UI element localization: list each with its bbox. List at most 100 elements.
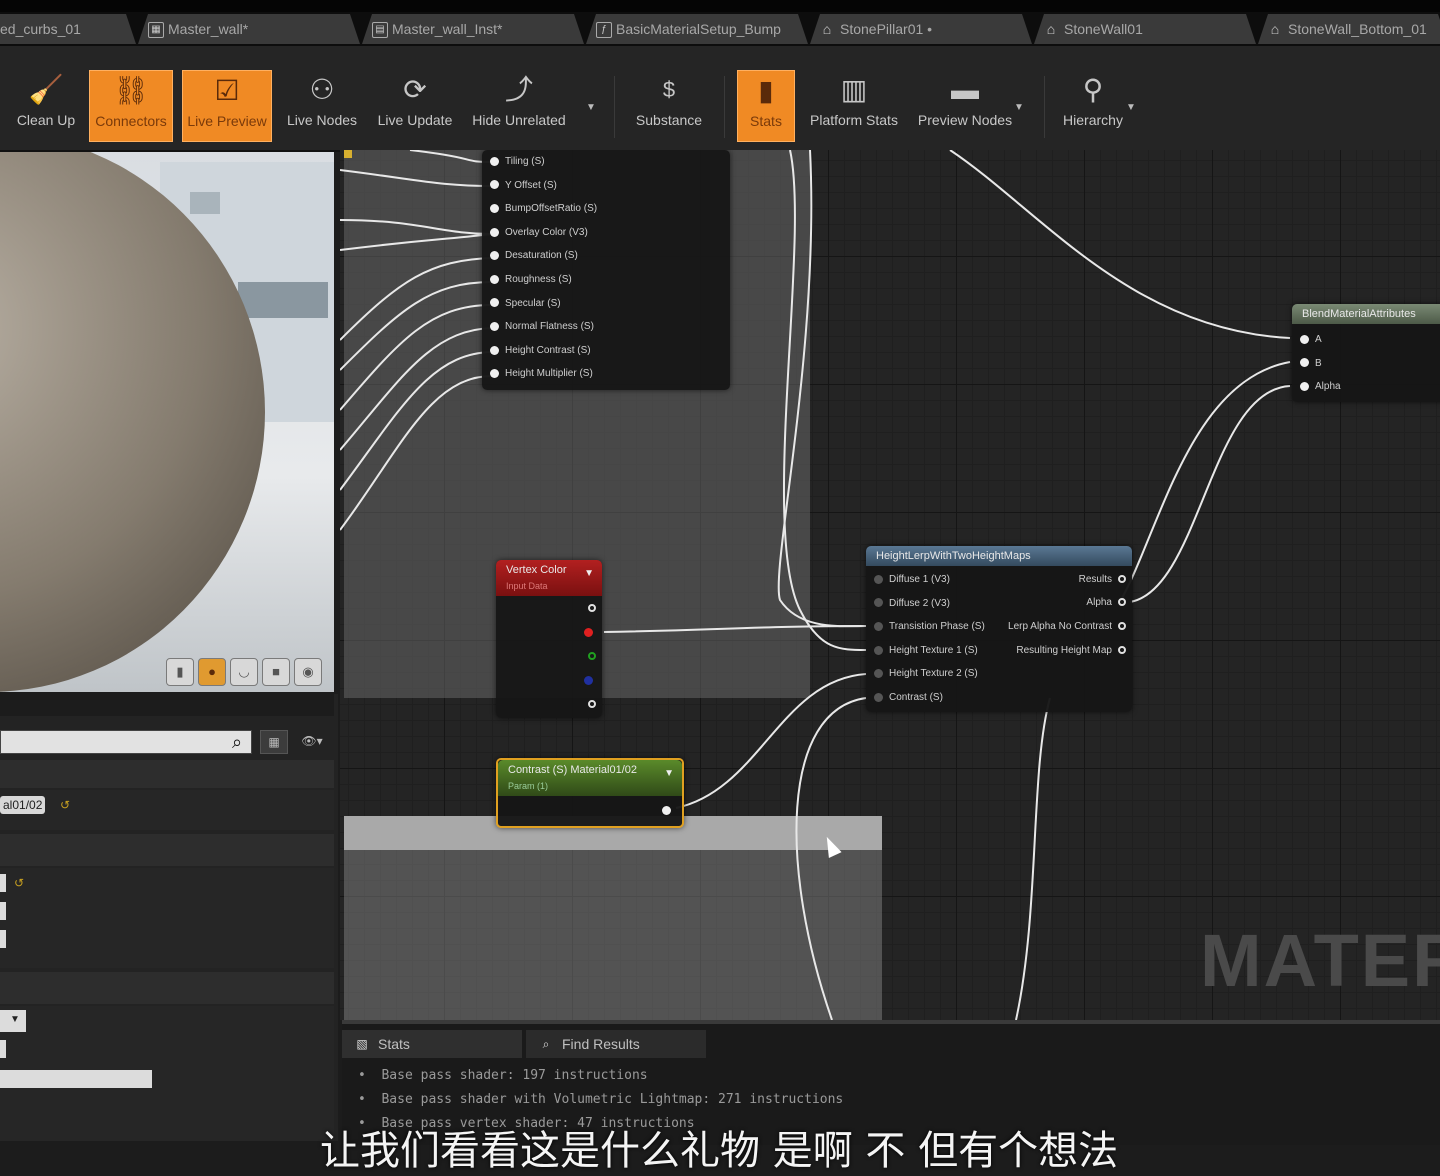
input-pin[interactable] [490, 369, 499, 379]
input-pin[interactable] [1300, 382, 1309, 392]
input-pin[interactable] [874, 669, 883, 679]
chevron-down-icon[interactable]: ▼ [664, 768, 674, 779]
tab-stone-wall[interactable]: ⌂ StoneWall01 [1034, 14, 1256, 44]
hide-unrelated-button[interactable]: ⤴ Hide Unrelated [466, 70, 572, 142]
cylinder-icon[interactable]: ▮ [166, 658, 194, 686]
output-pin-b[interactable] [584, 676, 593, 685]
input-pin[interactable] [490, 156, 499, 166]
input-pin[interactable] [874, 598, 883, 608]
text-field[interactable] [0, 1070, 152, 1088]
tab-stone-pillar[interactable]: ⌂ StonePillar01 • [810, 14, 1032, 44]
input-pin[interactable] [490, 274, 499, 284]
chevron-down-icon[interactable]: ▼ [584, 568, 594, 579]
input-pin-row[interactable]: Desaturation (S) [490, 248, 578, 264]
input-pin[interactable] [490, 251, 499, 261]
platform-stats-button[interactable]: ▥ Platform Stats [804, 70, 904, 142]
hierarchy-button[interactable]: ⚲ Hierarchy [1056, 70, 1130, 142]
details-search-input[interactable] [0, 730, 252, 754]
output-pin[interactable] [1118, 646, 1126, 655]
input-pin[interactable] [1300, 358, 1309, 368]
live-preview-button[interactable]: ☑ Live Preview [182, 70, 272, 142]
clean-up-button[interactable]: 🧹 Clean Up [4, 70, 88, 142]
height-lerp-node-header[interactable]: HeightLerpWithTwoHeightMaps [866, 546, 1132, 566]
input-pin-row[interactable]: Specular (S) [490, 296, 561, 312]
input-pin[interactable] [490, 180, 499, 190]
output-pin[interactable] [1118, 598, 1126, 607]
contrast-node-header[interactable]: Contrast (S) Material01/02 Param (1) [498, 760, 682, 796]
input-pin[interactable] [874, 645, 883, 655]
input-pin-row[interactable]: Height Texture 1 (S) [874, 643, 978, 659]
output-pin-row[interactable]: Resulting Height Map [1016, 643, 1126, 659]
tab-master-wall-inst[interactable]: ▤ Master_wall_Inst* [362, 14, 584, 44]
input-pin[interactable] [1300, 334, 1309, 344]
preview-nodes-button[interactable]: ▬ Preview Nodes [914, 70, 1016, 142]
input-pin-row[interactable]: A [1300, 332, 1322, 348]
material-graph-canvas[interactable]: Vertex Color Input Data ▼ Contrast (S) M… [340, 150, 1440, 1020]
blend-node-header[interactable]: BlendMaterialAttributes [1292, 304, 1440, 324]
output-pin[interactable] [1118, 575, 1126, 584]
preview-viewport[interactable]: ▮ ● ◡ ■ ◉ [0, 152, 334, 692]
visibility-options-button[interactable]: 👁▾ [294, 732, 330, 752]
teapot-icon[interactable]: ◉ [294, 658, 322, 686]
reset-arrow-icon[interactable]: ↺ [60, 798, 70, 812]
output-pin-rgb[interactable] [588, 604, 596, 612]
input-pin-row[interactable]: BumpOffsetRatio (S) [490, 201, 597, 217]
input-pin-row[interactable]: Tiling (S) [490, 154, 545, 170]
input-pin-row[interactable]: Contrast (S) [874, 690, 943, 706]
output-pin-r[interactable] [584, 628, 593, 637]
input-pin-row[interactable]: Height Multiplier (S) [490, 366, 593, 382]
reset-arrow-icon[interactable]: ↺ [14, 876, 24, 890]
stats-button[interactable]: ▮ Stats [737, 70, 795, 142]
live-nodes-button[interactable]: ⚇ Live Nodes [280, 70, 364, 142]
tab-stats[interactable]: ▧ Stats [342, 1030, 522, 1058]
input-pin-row[interactable]: Diffuse 1 (V3) [874, 572, 950, 588]
input-pin-row[interactable]: Normal Flatness (S) [490, 319, 594, 335]
output-pin-row[interactable]: Lerp Alpha No Contrast [1008, 619, 1126, 635]
output-pin-row[interactable]: Results [1079, 572, 1126, 588]
input-pin-row[interactable]: Alpha [1300, 379, 1341, 395]
parameter-group-value[interactable]: al01/02 [0, 796, 46, 814]
color-swatch[interactable] [0, 874, 6, 892]
tab-stone-wall-bottom[interactable]: ⌂ StoneWall_Bottom_01 [1258, 14, 1440, 44]
input-pin[interactable] [874, 622, 883, 632]
connectors-button[interactable]: ⛓ Connectors [89, 70, 173, 142]
tab-master-wall[interactable]: ▦ Master_wall* [138, 14, 360, 44]
input-pin-row[interactable]: Overlay Color (V3) [490, 225, 588, 241]
input-pin-row[interactable]: Height Texture 2 (S) [874, 666, 978, 682]
tab-ed-curbs[interactable]: ed_curbs_01 [0, 14, 136, 44]
substance-button[interactable]: $ Substance [626, 70, 712, 142]
input-pin[interactable] [874, 574, 883, 584]
sphere-icon[interactable]: ● [198, 658, 226, 686]
preview-nodes-dropdown-icon[interactable]: ▼ [1014, 102, 1024, 113]
vertex-color-node[interactable]: Vertex Color Input Data ▼ [496, 560, 602, 718]
output-pin[interactable] [662, 806, 671, 815]
input-pin[interactable] [490, 345, 499, 355]
output-pin[interactable] [1118, 622, 1126, 631]
search-icon[interactable]: ⌕ [232, 732, 242, 753]
tab-basic-material-setup[interactable]: ƒ BasicMaterialSetup_Bump [586, 14, 808, 44]
input-pin[interactable] [490, 322, 499, 332]
input-pin-row[interactable]: Roughness (S) [490, 272, 572, 288]
checkbox[interactable] [0, 1040, 6, 1058]
cube-icon[interactable]: ■ [262, 658, 290, 686]
input-pin-row[interactable]: Y Offset (S) [490, 178, 557, 194]
live-update-button[interactable]: ⟳ Live Update [370, 70, 460, 142]
input-pin[interactable] [490, 227, 499, 237]
output-pin-a[interactable] [588, 700, 596, 708]
input-pin[interactable] [490, 298, 499, 308]
output-pin-g[interactable] [588, 652, 596, 660]
contrast-parameter-node[interactable]: Contrast (S) Material01/02 Param (1) ▼ [496, 758, 684, 828]
color-swatch[interactable] [0, 930, 6, 948]
input-pin-row[interactable]: B [1300, 356, 1322, 372]
property-matrix-button[interactable]: ▦ [260, 730, 288, 754]
hide-unrelated-dropdown-icon[interactable]: ▼ [586, 102, 596, 113]
tab-find-results[interactable]: ⌕ Find Results [526, 1030, 706, 1058]
input-pin-row[interactable]: Transistion Phase (S) [874, 619, 985, 635]
color-swatch[interactable] [0, 902, 6, 920]
plane-icon[interactable]: ◡ [230, 658, 258, 686]
input-pin-row[interactable]: Diffuse 2 (V3) [874, 596, 950, 612]
input-pin[interactable] [874, 692, 883, 702]
hierarchy-dropdown-icon[interactable]: ▼ [1126, 102, 1136, 113]
input-pin-row[interactable]: Height Contrast (S) [490, 343, 591, 359]
output-pin-row[interactable]: Alpha [1086, 595, 1126, 611]
